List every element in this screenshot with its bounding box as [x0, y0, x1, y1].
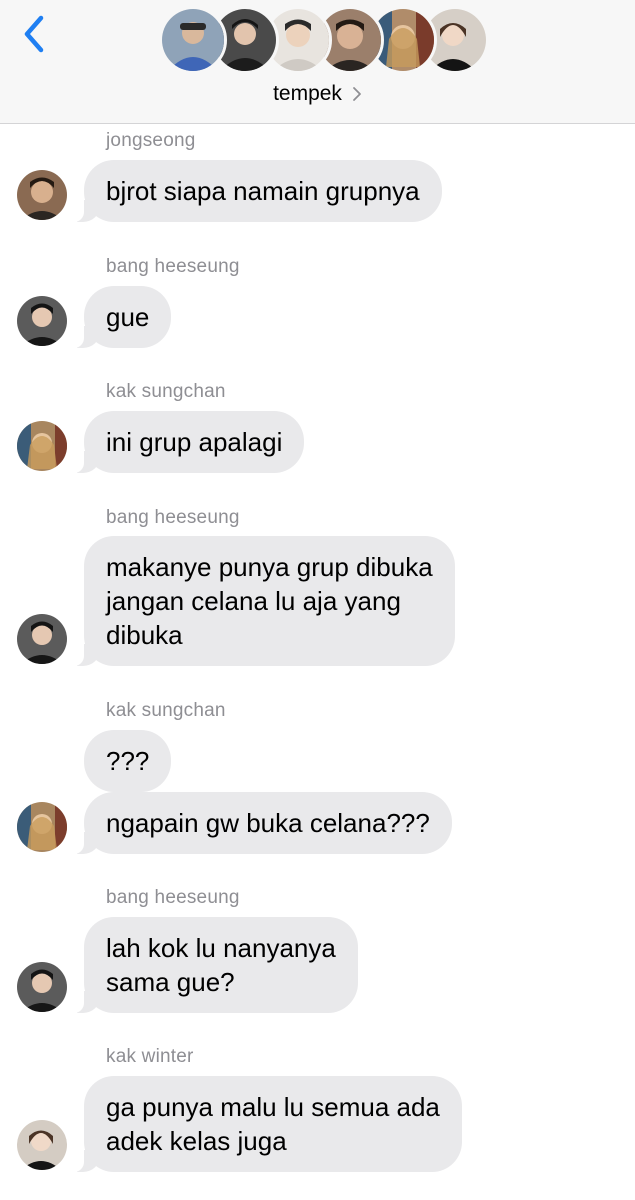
- sender-name: jongseong: [106, 130, 196, 151]
- group-name-button[interactable]: tempek: [0, 82, 635, 106]
- message-thread[interactable]: jongseong bjrot siapa namain grupnya ban…: [0, 124, 635, 1200]
- message-bubble[interactable]: lah kok lu nanyanya sama gue?: [72, 917, 358, 1013]
- group-name: tempek: [273, 82, 342, 105]
- avatar-sungchan[interactable]: [17, 421, 67, 471]
- message-bubble[interactable]: bjrot siapa namain grupnya: [72, 160, 442, 222]
- message-text: gue: [106, 302, 150, 332]
- sender-name: bang heeseung: [106, 887, 240, 908]
- sender-name: kak sungchan: [106, 381, 226, 402]
- avatar-jongseong[interactable]: [17, 170, 67, 220]
- message-bubble[interactable]: ???: [84, 730, 172, 792]
- message-bubble[interactable]: makanye punya grup dibuka jangan celana …: [72, 536, 455, 666]
- message-text: ini grup apalagi: [106, 427, 283, 457]
- sender-name: kak sungchan: [106, 700, 226, 721]
- sender-name: kak winter: [106, 1046, 194, 1067]
- avatar-heeseung[interactable]: [17, 296, 67, 346]
- message-text: ga punya malu lu semua ada adek kelas ju…: [106, 1092, 440, 1156]
- chevron-left-icon: [24, 15, 44, 53]
- message-text: ???: [106, 746, 150, 776]
- message-text: ngapain gw buka celana???: [106, 808, 430, 838]
- avatar-winter[interactable]: [17, 1120, 67, 1170]
- chevron-right-icon: [352, 86, 362, 102]
- avatar-sungchan[interactable]: [17, 802, 67, 852]
- group-member-avatar: [159, 6, 227, 74]
- message-text: bjrot siapa namain grupnya: [106, 176, 420, 206]
- chat-header: tempek: [0, 0, 635, 124]
- message-bubble[interactable]: ga punya malu lu semua ada adek kelas ju…: [72, 1076, 462, 1172]
- avatar-heeseung[interactable]: [17, 614, 67, 664]
- sender-name: bang heeseung: [106, 256, 240, 277]
- avatar-heeseung[interactable]: [17, 962, 67, 1012]
- message-bubble[interactable]: gue: [71, 286, 172, 348]
- message-bubble[interactable]: ngapain gw buka celana???: [72, 792, 452, 854]
- message-bubble[interactable]: ini grup apalagi: [71, 411, 305, 473]
- back-button[interactable]: [14, 12, 54, 56]
- sender-name: bang heeseung: [106, 507, 240, 528]
- message-text: lah kok lu nanyanya sama gue?: [106, 933, 336, 997]
- message-text: makanye punya grup dibuka jangan celana …: [106, 552, 433, 650]
